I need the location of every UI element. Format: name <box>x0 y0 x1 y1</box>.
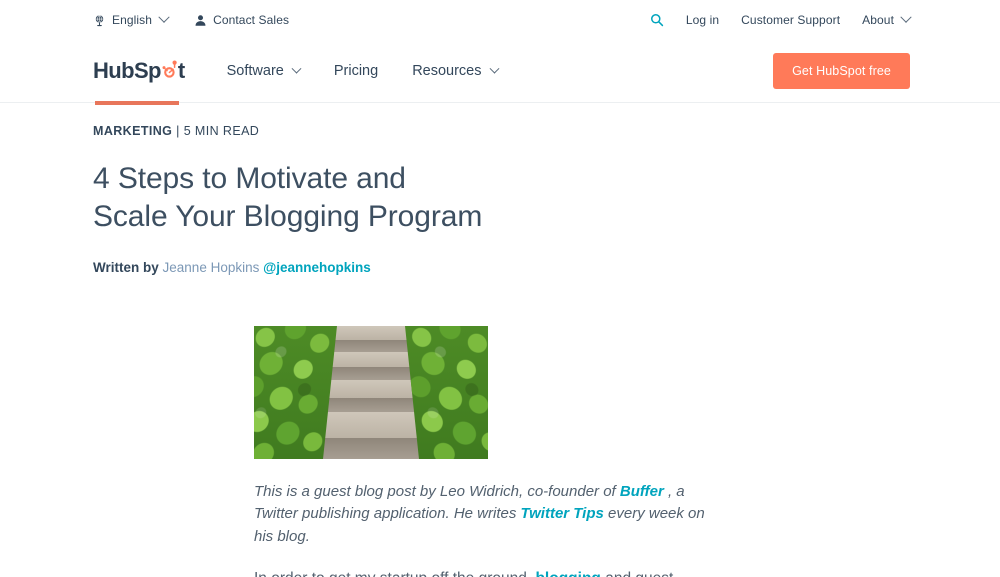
chevron-down-icon <box>158 11 170 23</box>
twitter-tips-link[interactable]: Twitter Tips <box>521 505 604 522</box>
article-eyebrow: MARKETING | 5 MIN READ <box>93 124 910 138</box>
get-hubspot-free-button[interactable]: Get HubSpot free <box>773 53 910 89</box>
nav-item-software[interactable]: Software <box>226 63 302 79</box>
paragraph-text-part-1: In order to get my startup off the groun… <box>254 570 535 577</box>
article-read-time: | 5 MIN READ <box>172 124 260 138</box>
article-body-column: This is a guest blog post by Leo Widrich… <box>254 325 724 577</box>
ivy-left <box>254 325 338 459</box>
article-container: MARKETING | 5 MIN READ 4 Steps to Motiva… <box>0 124 1000 577</box>
article-paragraph-1: In order to get my startup off the groun… <box>254 567 724 577</box>
blogging-link[interactable]: blogging <box>535 570 600 577</box>
search-icon <box>650 13 664 27</box>
ivy-right <box>404 325 488 459</box>
language-selector[interactable]: English <box>93 11 170 27</box>
author-handle-link[interactable]: @jeannehopkins <box>263 260 371 275</box>
written-by-label: Written by <box>93 259 159 275</box>
logo-text-after: t <box>177 58 185 83</box>
about-label: About <box>862 13 894 27</box>
search-button[interactable] <box>650 13 664 27</box>
hero-image <box>254 325 488 459</box>
chevron-down-icon <box>900 11 912 23</box>
language-label: English <box>112 13 153 27</box>
topbar-left-group: English Contact Sales <box>93 11 289 27</box>
article-intro-paragraph: This is a guest blog post by Leo Widrich… <box>254 481 724 549</box>
topbar-right-group: Log in Customer Support About <box>650 11 912 27</box>
nav-links-group: Software Pricing Resources <box>226 63 499 79</box>
top-utility-bar: English Contact Sales Log in Customer Su… <box>0 0 1000 40</box>
person-icon <box>194 14 207 27</box>
nav-item-resources-label: Resources <box>412 63 482 79</box>
chevron-down-icon <box>489 63 499 74</box>
headline-line-1: 4 Steps to Motivate and <box>93 162 406 195</box>
nav-item-pricing[interactable]: Pricing <box>334 63 378 79</box>
headline-line-2: Scale Your Blogging Program <box>93 200 483 234</box>
login-link[interactable]: Log in <box>686 14 719 26</box>
contact-sales-label: Contact Sales <box>213 13 290 27</box>
logo-text-before: HubSp <box>93 58 161 83</box>
globe-icon <box>93 14 106 27</box>
about-menu[interactable]: About <box>862 11 912 27</box>
nav-item-software-label: Software <box>226 63 284 79</box>
customer-support-label: Customer Support <box>741 13 841 27</box>
nav-accent-bar <box>95 101 179 105</box>
buffer-link[interactable]: Buffer <box>620 483 664 500</box>
nav-item-pricing-label: Pricing <box>333 63 379 79</box>
main-navigation: HubSp t Software Pricing Resources Get H… <box>0 40 1000 105</box>
article-category[interactable]: MARKETING <box>93 124 172 138</box>
hubspot-logo[interactable]: HubSp t <box>93 60 185 83</box>
author-name: Jeanne Hopkins <box>162 259 260 275</box>
login-label: Log in <box>685 13 720 27</box>
contact-sales-link[interactable]: Contact Sales <box>194 14 289 27</box>
nav-item-resources[interactable]: Resources <box>412 63 499 79</box>
sprocket-icon <box>161 60 178 83</box>
intro-text-part-1: This is a guest blog post by Leo Widrich… <box>254 482 620 500</box>
page-title: 4 Steps to Motivate and Scale Your Blogg… <box>93 160 573 237</box>
customer-support-link[interactable]: Customer Support <box>741 14 840 26</box>
logo-text: HubSp t <box>93 60 185 83</box>
chevron-down-icon <box>291 63 302 74</box>
byline: Written by Jeanne Hopkins @jeannehopkins <box>93 259 910 278</box>
